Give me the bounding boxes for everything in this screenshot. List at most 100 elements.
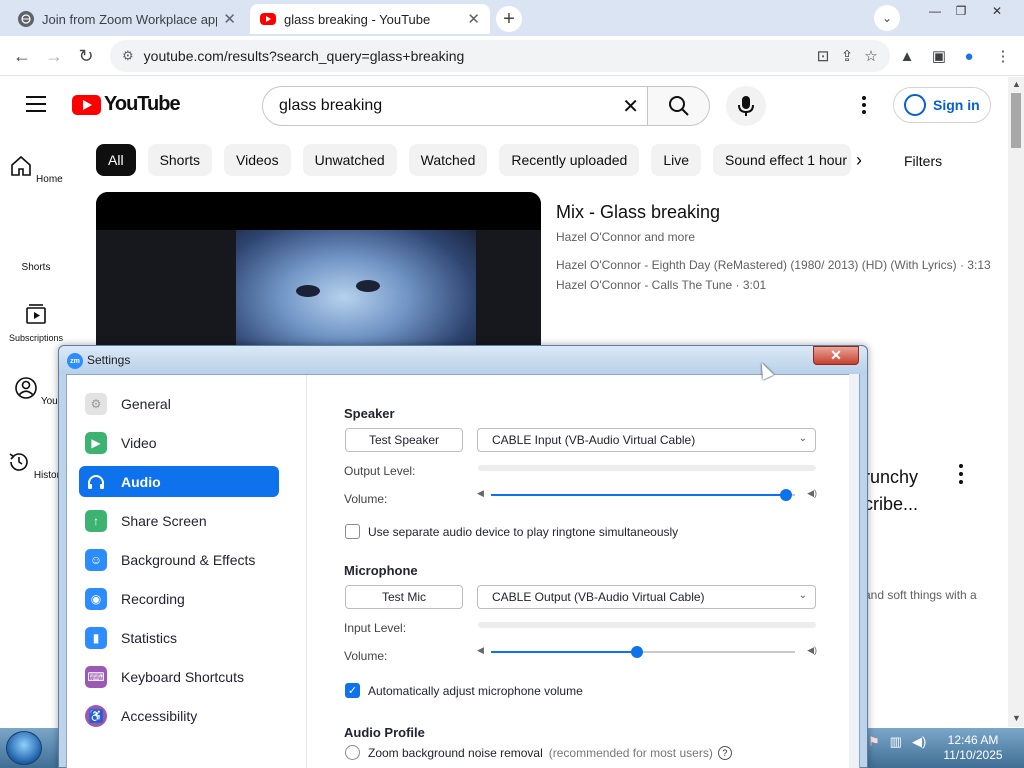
noise-removal-radio[interactable]: Zoom background noise removal (recommend… xyxy=(345,745,732,760)
minimize-icon[interactable]: — xyxy=(924,0,946,22)
video-title[interactable]: Mix - Glass breaking xyxy=(556,202,720,223)
search-button[interactable] xyxy=(647,86,710,126)
mix-track-1[interactable]: Hazel O'Connor - Eighth Day (ReMastered)… xyxy=(556,258,991,272)
filter-chips: All Shorts Videos Unwatched Watched Rece… xyxy=(96,144,863,176)
window-close-icon[interactable]: ✕ xyxy=(986,0,1008,22)
tab-zoom-join[interactable]: Join from Zoom Workplace app ✕ xyxy=(8,4,246,34)
chip-shorts[interactable]: Shorts xyxy=(147,144,213,176)
scrollbar-thumb[interactable] xyxy=(1011,93,1021,148)
input-level-label: Input Level: xyxy=(344,621,407,635)
nav-background-effects[interactable]: ☺ Background & Effects xyxy=(79,544,279,575)
nav-share-screen[interactable]: ↑ Share Screen xyxy=(79,505,279,536)
nav-keyboard-shortcuts[interactable]: ⌨ Keyboard Shortcuts xyxy=(79,661,279,692)
checkbox-box[interactable]: ✓ xyxy=(345,683,360,698)
window-titlebar[interactable]: zm Settings ✕ xyxy=(59,346,867,374)
chip-videos[interactable]: Videos xyxy=(224,144,291,176)
clear-search-icon[interactable]: ✕ xyxy=(622,94,639,119)
share-icon[interactable]: ⇪ xyxy=(836,45,858,67)
nav-accessibility[interactable]: ♿ Accessibility xyxy=(79,700,279,731)
extensions-icon[interactable]: ▲ xyxy=(896,45,918,67)
voice-search-button[interactable] xyxy=(726,86,766,126)
site-info-icon[interactable]: ⚙ xyxy=(122,48,134,64)
slider-knob[interactable] xyxy=(779,489,792,501)
chip-unwatched[interactable]: Unwatched xyxy=(302,144,397,176)
video-channel[interactable]: Hazel O'Connor and more xyxy=(556,230,695,244)
checkbox-label: Automatically adjust microphone volume xyxy=(368,683,583,698)
profile-icon[interactable]: ● xyxy=(958,45,980,67)
settings-body: ⚙ General ▶ Video Audio ↑ Share Screen ☺… xyxy=(66,374,860,768)
chip-all[interactable]: All xyxy=(96,144,136,176)
slider-knob[interactable] xyxy=(630,646,643,658)
bookmark-star-icon[interactable]: ☆ xyxy=(860,45,882,67)
chevron-right-icon[interactable]: › xyxy=(856,150,862,171)
output-level-meter xyxy=(478,465,816,471)
new-tab-button[interactable]: + xyxy=(496,6,522,32)
install-app-icon[interactable]: ⊡ xyxy=(812,45,834,67)
network-icon[interactable]: ▥ xyxy=(890,734,902,750)
chip-sound-effect[interactable]: Sound effect 1 hour xyxy=(713,144,852,176)
tab-youtube[interactable]: glass breaking - YouTube ✕ xyxy=(250,4,490,34)
result-title-partial-2[interactable]: cribe... xyxy=(864,494,918,515)
scroll-down-icon[interactable]: ▼ xyxy=(1012,713,1021,723)
youtube-logo[interactable]: YouTube xyxy=(72,93,181,116)
settings-scrollbar[interactable] xyxy=(849,374,859,768)
checkbox-box[interactable] xyxy=(345,524,360,539)
result-more-icon[interactable] xyxy=(959,464,965,484)
close-window-button[interactable]: ✕ xyxy=(813,346,859,365)
chip-recently-uploaded[interactable]: Recently uploaded xyxy=(499,144,640,176)
result-description-partial: and soft things with a xyxy=(864,588,977,602)
close-tab-icon[interactable]: ✕ xyxy=(467,10,480,28)
address-bar[interactable]: ⚙ youtube.com/results?search_query=glass… xyxy=(110,40,890,72)
mix-track-2[interactable]: Hazel O'Connor - Calls The Tune · 3:01 xyxy=(556,278,766,292)
auto-adjust-mic-checkbox[interactable]: ✓ Automatically adjust microphone volume xyxy=(345,683,583,698)
reload-icon[interactable]: ↻ xyxy=(74,44,98,68)
nav-general[interactable]: ⚙ General xyxy=(79,388,279,419)
test-speaker-button[interactable]: Test Speaker xyxy=(345,428,463,452)
microphone-device-value: CABLE Output (VB-Audio Virtual Cable) xyxy=(492,590,705,604)
result-title-partial[interactable]: runchy xyxy=(864,467,918,488)
sidebar-item-shorts[interactable]: Shorts xyxy=(0,234,72,273)
taskbar-clock[interactable]: 12:46 AM 11/10/2025 xyxy=(938,733,1008,763)
page-scrollbar[interactable]: ▲ ▼ xyxy=(1008,77,1024,727)
nav-statistics[interactable]: ▮ Statistics xyxy=(79,622,279,653)
start-button[interactable] xyxy=(6,731,42,765)
scroll-up-icon[interactable]: ▲ xyxy=(1012,79,1021,89)
browser-menu-icon[interactable]: ⋮ xyxy=(992,45,1014,67)
you-icon xyxy=(15,377,38,399)
menu-icon[interactable] xyxy=(26,96,46,112)
tab-search-icon[interactable]: ⌄ xyxy=(874,5,900,31)
youtube-play-icon xyxy=(72,94,101,115)
action-center-icon[interactable]: ⚑ xyxy=(868,734,880,750)
test-mic-button[interactable]: Test Mic xyxy=(345,585,463,609)
nav-video[interactable]: ▶ Video xyxy=(79,427,279,458)
forward-icon[interactable]: → xyxy=(42,44,66,68)
nav-audio[interactable]: Audio xyxy=(79,466,279,497)
sidebar-item-home[interactable]: Home xyxy=(0,154,72,185)
chip-watched[interactable]: Watched xyxy=(408,144,488,176)
separate-ringtone-checkbox[interactable]: Use separate audio device to play ringto… xyxy=(345,524,678,539)
settings-more-icon[interactable] xyxy=(854,95,874,115)
back-icon[interactable]: ← xyxy=(10,44,34,68)
filters-button[interactable]: Filters xyxy=(904,153,942,169)
microphone-device-select[interactable]: CABLE Output (VB-Audio Virtual Cable) ⌄ xyxy=(477,585,816,609)
search-icon xyxy=(668,96,689,116)
microphone-volume-slider[interactable]: ◀ ◀) xyxy=(477,645,817,659)
radio-circle[interactable] xyxy=(345,745,360,760)
nav-recording[interactable]: ◉ Recording xyxy=(79,583,279,614)
chip-live[interactable]: Live xyxy=(651,144,702,176)
share-screen-icon: ↑ xyxy=(85,509,107,532)
search-input[interactable]: glass breaking ✕ xyxy=(262,86,648,126)
sidebar-item-subscriptions[interactable]: Subscriptions xyxy=(0,302,72,344)
close-tab-icon[interactable]: ✕ xyxy=(223,10,236,28)
subscriptions-icon xyxy=(26,304,46,324)
nav-label: Video xyxy=(121,434,157,451)
speaker-volume-slider[interactable]: ◀ ◀) xyxy=(477,488,817,502)
help-icon[interactable]: ? xyxy=(717,745,732,760)
volume-icon[interactable]: ◀) xyxy=(912,734,926,750)
speaker-device-select[interactable]: CABLE Input (VB-Audio Virtual Cable) ⌄ xyxy=(477,428,816,452)
checkbox-label: Use separate audio device to play ringto… xyxy=(368,524,679,539)
side-panel-icon[interactable]: ▣ xyxy=(928,45,950,67)
search-query: glass breaking xyxy=(279,97,383,114)
sign-in-button[interactable]: Sign in xyxy=(893,87,991,123)
restore-icon[interactable]: ❐ xyxy=(950,0,972,22)
